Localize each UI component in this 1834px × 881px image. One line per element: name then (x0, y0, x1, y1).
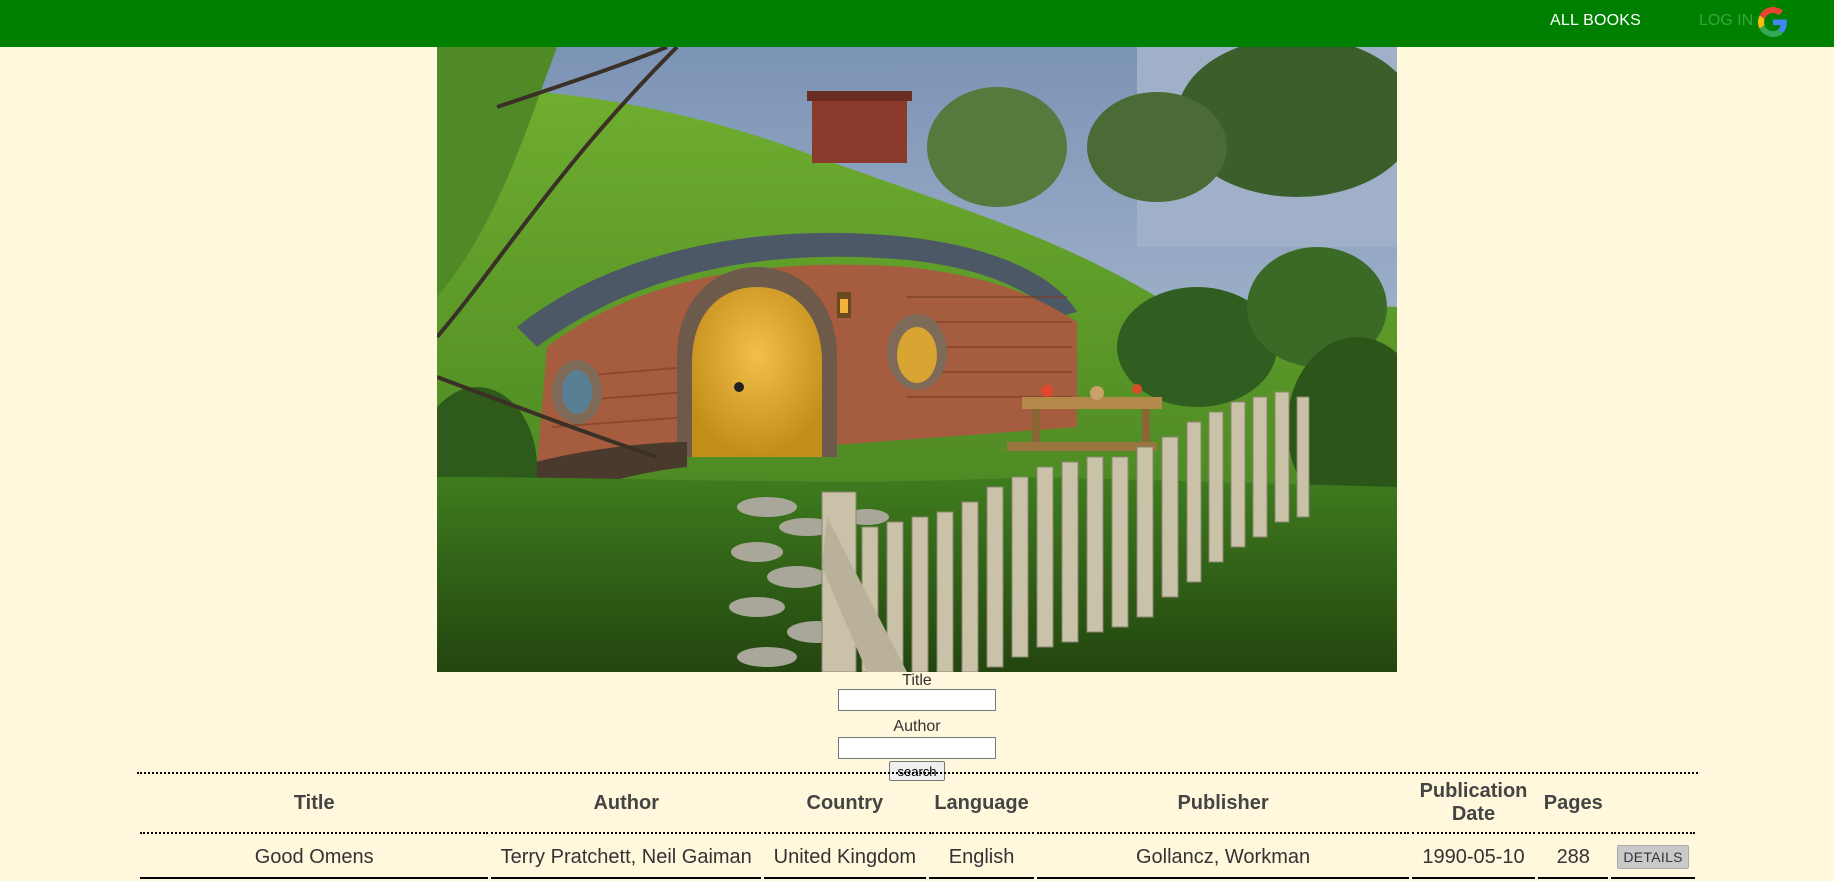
title-label: Title (902, 672, 932, 689)
search-form: Title Author search (0, 672, 1834, 781)
column-header-pages: Pages (1538, 774, 1609, 834)
column-header-country: Country (764, 774, 926, 834)
google-icon[interactable] (1758, 7, 1788, 37)
cell-title: Good Omens (140, 834, 489, 879)
cell-publication-date: 1990-05-10 (1411, 834, 1536, 879)
cell-author: Terry Pratchett, Neil Gaiman (491, 834, 762, 879)
cell-pages: 288 (1538, 834, 1609, 879)
cell-publisher: Gollancz, Workman (1037, 834, 1409, 879)
login-link[interactable]: LOG IN (1699, 12, 1753, 30)
author-label: Author (893, 718, 941, 735)
column-header-publisher: Publisher (1037, 774, 1409, 834)
hobbit-hole-photo (437, 47, 1397, 672)
cell-language: English (928, 834, 1035, 879)
details-button[interactable]: DETAILS (1617, 844, 1689, 869)
top-navbar: ALL BOOKS LOG IN (0, 0, 1834, 47)
title-input[interactable] (838, 689, 996, 711)
all-books-link[interactable]: ALL BOOKS (1550, 12, 1641, 30)
cell-actions: DETAILS (1611, 834, 1695, 879)
column-header-publication-date: Publication Date (1411, 774, 1536, 834)
column-header-actions (1611, 774, 1695, 834)
column-header-author: Author (491, 774, 762, 834)
table-row: Good Omens Terry Pratchett, Neil Gaiman … (140, 834, 1695, 879)
column-header-title: Title (140, 774, 489, 834)
column-header-language: Language (928, 774, 1035, 834)
table-header-row: Title Author Country Language Publisher … (140, 774, 1695, 834)
books-table: Title Author Country Language Publisher … (137, 772, 1698, 879)
cell-country: United Kingdom (764, 834, 926, 879)
hero-image (437, 47, 1397, 672)
author-input[interactable] (838, 737, 996, 759)
